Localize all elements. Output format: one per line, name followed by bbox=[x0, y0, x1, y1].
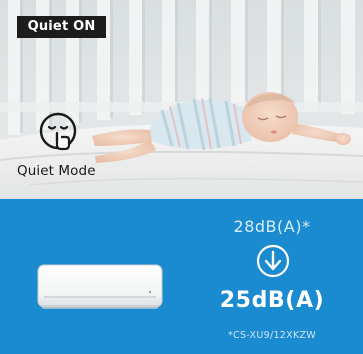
air-conditioner-image bbox=[36, 261, 164, 317]
shush-face-icon bbox=[38, 111, 80, 153]
sound-level-before: 28dB(A)* bbox=[233, 217, 311, 236]
promo-card: Quiet ON Quiet Mode 28dB(A)* 25dB(A) *CS… bbox=[0, 0, 363, 354]
quiet-on-badge: Quiet ON bbox=[17, 16, 106, 38]
sound-level-panel: 28dB(A)* 25dB(A) *CS-XU9/12XKZW bbox=[0, 199, 363, 354]
model-footnote: *CS-XU9/12XKZW bbox=[227, 330, 316, 341]
sound-level-after: 25dB(A) bbox=[219, 288, 325, 313]
baby-sleeping-photo: Quiet ON Quiet Mode bbox=[0, 0, 363, 199]
quiet-mode-label: Quiet Mode bbox=[17, 163, 96, 179]
down-arrow-circle-icon bbox=[256, 244, 290, 278]
